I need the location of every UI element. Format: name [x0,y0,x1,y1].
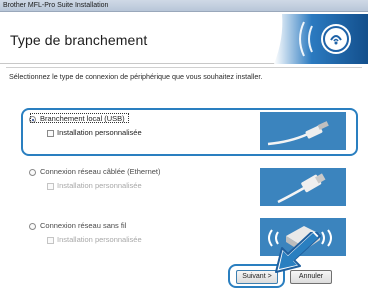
ethernet-custom-checkbox [47,183,54,190]
dialog-header: Type de branchement [0,12,368,64]
window-title: Brother MFL-Pro Suite Installation [3,2,109,9]
ethernet-label[interactable]: Connexion réseau câblée (Ethernet) [40,167,161,176]
wireless-radio[interactable] [29,223,36,230]
pointer-arrow-icon [275,232,321,273]
ethernet-cable-icon [260,168,346,206]
ethernet-custom-label: Installation personnalisée [57,181,142,190]
wireless-label[interactable]: Connexion réseau sans fil [40,221,126,230]
window-titlebar: Brother MFL-Pro Suite Installation [0,0,368,12]
wireless-logo-icon [274,14,368,64]
wireless-custom-label: Installation personnalisée [57,235,142,244]
wireless-custom-checkbox [47,237,54,244]
ethernet-radio[interactable] [29,169,36,176]
usb-cable-icon [260,112,346,150]
instruction-text: Sélectionnez le type de connexion de pér… [9,72,263,81]
header-divider [6,67,362,68]
page-title: Type de branchement [10,32,148,48]
